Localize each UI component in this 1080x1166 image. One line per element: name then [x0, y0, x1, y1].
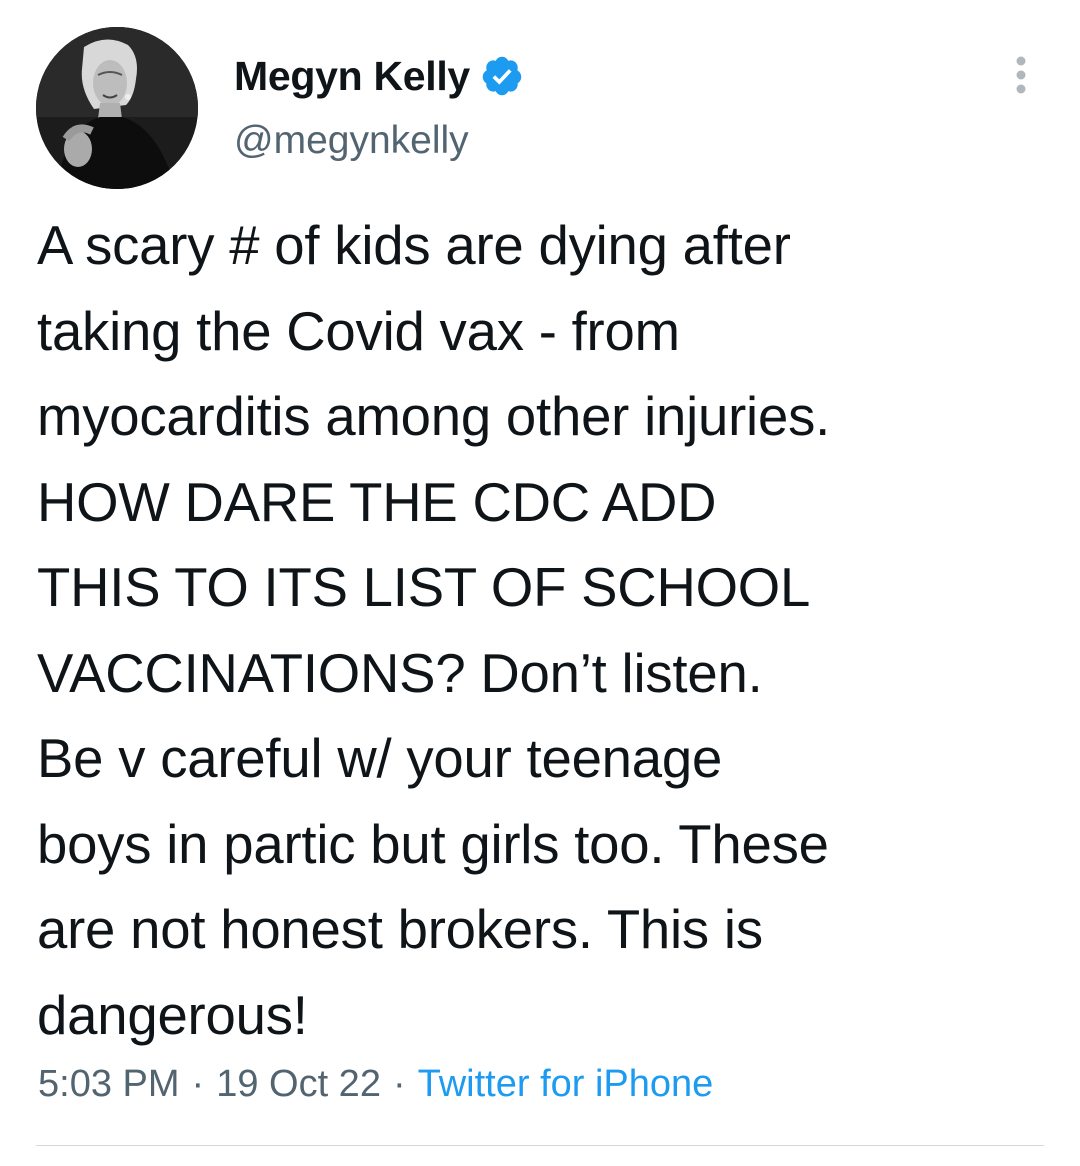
divider	[36, 1145, 1044, 1146]
meta-separator: ·	[191, 1063, 205, 1105]
avatar[interactable]	[36, 27, 198, 189]
tweet-meta: 5:03 PM · 19 Oct 22 · Twitter for iPhone	[38, 1054, 713, 1114]
tweet-date[interactable]: 19 Oct 22	[216, 1063, 381, 1105]
tweet-text: A scary # of kids are dying after taking…	[37, 215, 831, 1046]
meta-separator: ·	[392, 1063, 406, 1105]
more-options-icon[interactable]	[1006, 54, 1036, 98]
avatar-photo	[36, 27, 198, 189]
verified-badge-icon	[482, 56, 522, 96]
tweet: Megyn Kelly @megynkelly A scary # of kid…	[0, 0, 1080, 1166]
tweet-time[interactable]: 5:03 PM	[38, 1063, 180, 1105]
tweet-source-link[interactable]: Twitter for iPhone	[418, 1063, 714, 1105]
handle[interactable]: @megynkelly	[234, 115, 469, 167]
display-name[interactable]: Megyn Kelly	[234, 50, 470, 102]
author-row: Megyn Kelly	[234, 50, 524, 102]
